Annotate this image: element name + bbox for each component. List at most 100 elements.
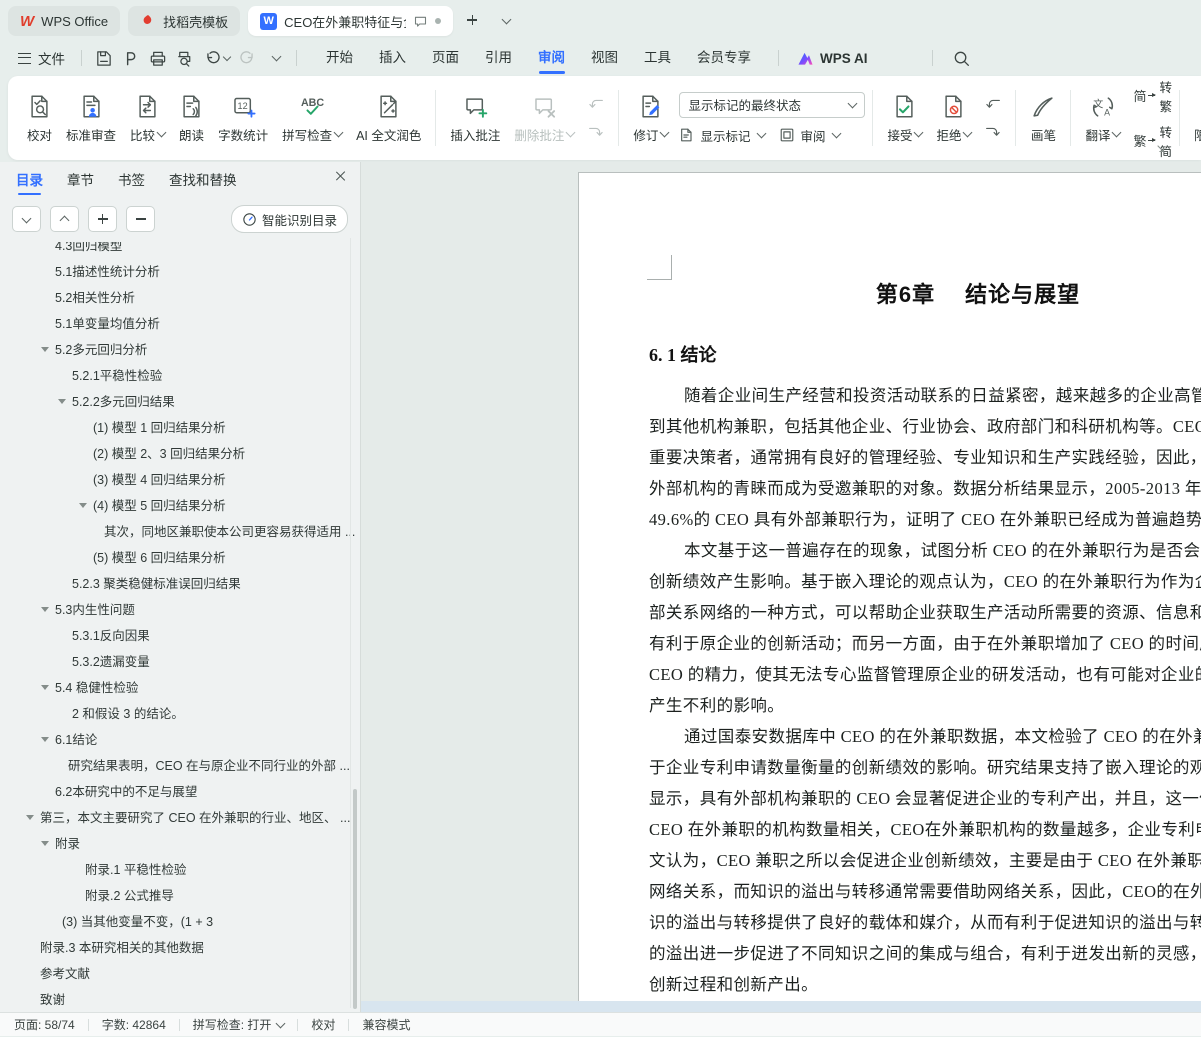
toc-item[interactable]: (2) 模型 2、3 回归结果分析 bbox=[0, 441, 360, 467]
toc-item[interactable]: 附录.2 公式推导 bbox=[0, 883, 360, 909]
undo-button[interactable] bbox=[199, 46, 233, 70]
toc-item[interactable]: (1) 模型 1 回归结果分析 bbox=[0, 415, 360, 441]
toc-item[interactable]: 附录 bbox=[0, 831, 360, 857]
word-count-button[interactable]: 12 字数统计 bbox=[211, 89, 275, 148]
toc-item[interactable]: 5.3.2遗漏变量 bbox=[0, 649, 360, 675]
review-pane-button[interactable]: 审阅 bbox=[779, 126, 842, 145]
toc-item[interactable]: 致谢 bbox=[0, 987, 360, 1012]
delete-comment-button[interactable]: 删除批注 bbox=[507, 89, 581, 148]
redo-button[interactable] bbox=[235, 46, 260, 70]
standard-review-button[interactable]: 标准审查 bbox=[59, 89, 123, 148]
read-aloud-button[interactable]: 朗读 bbox=[172, 89, 211, 148]
page-indicator[interactable]: 页面: 58/74 bbox=[14, 1016, 75, 1033]
toc-item[interactable]: (5) 模型 6 回归结果分析 bbox=[0, 545, 360, 571]
export-pdf-button[interactable] bbox=[118, 46, 143, 70]
menu-item-引用[interactable]: 引用 bbox=[472, 44, 525, 72]
previous-change-button[interactable] bbox=[982, 95, 1004, 113]
zoom-in-button[interactable] bbox=[88, 206, 117, 232]
toc-item[interactable]: 研究结果表明，CEO 在与原企业不同行业的外部 ... bbox=[0, 753, 360, 779]
zoom-out-button[interactable] bbox=[126, 206, 155, 232]
toc-item[interactable]: 6.1结论 bbox=[0, 727, 360, 753]
toc-item[interactable]: 其次，同地区兼职使本公司更容易获得适用 ... bbox=[0, 519, 360, 545]
toc-item[interactable]: 5.2相关性分析 bbox=[0, 285, 360, 311]
file-menu-button[interactable]: 文件 bbox=[10, 45, 73, 71]
sidebar-tab-目录[interactable]: 目录 bbox=[16, 169, 43, 195]
compatibility-mode-badge[interactable]: 兼容模式 bbox=[362, 1016, 410, 1033]
comment-bubble-icon[interactable] bbox=[413, 14, 428, 29]
save-button[interactable] bbox=[91, 46, 116, 70]
menu-item-审阅[interactable]: 审阅 bbox=[525, 44, 578, 72]
menu-item-视图[interactable]: 视图 bbox=[578, 44, 631, 72]
toc-item[interactable]: 5.2.2多元回归结果 bbox=[0, 389, 360, 415]
reject-change-button[interactable]: 拒绝 bbox=[929, 89, 978, 148]
collapse-all-button[interactable] bbox=[12, 206, 41, 232]
document-page[interactable]: 第6章 结论与展望 6. 1 结论 随着企业间生产经营和投资活动联系的日益紧密，越… bbox=[578, 172, 1201, 1012]
toc-expander-icon[interactable] bbox=[41, 347, 49, 352]
quick-access-more-button[interactable] bbox=[262, 46, 287, 70]
close-sidebar-button[interactable] bbox=[334, 170, 346, 182]
toc-item[interactable]: 5.2.1平稳性检验 bbox=[0, 363, 360, 389]
proofread-status[interactable]: 校对 bbox=[311, 1016, 335, 1033]
toc-expander-icon[interactable] bbox=[41, 685, 49, 690]
toc-item[interactable]: 附录.3 本研究相关的其他数据 bbox=[0, 935, 360, 961]
word-count-indicator[interactable]: 字数: 42864 bbox=[102, 1016, 166, 1033]
sidebar-scrollbar-thumb[interactable] bbox=[353, 789, 357, 1009]
group-expander-icon[interactable] bbox=[1156, 144, 1166, 154]
tab-wps-office[interactable]: W WPS Office bbox=[8, 6, 121, 36]
accept-change-button[interactable]: 接受 bbox=[880, 89, 929, 148]
menu-item-插入[interactable]: 插入 bbox=[366, 44, 419, 72]
print-preview-button[interactable] bbox=[172, 46, 197, 70]
menu-item-会员专享[interactable]: 会员专享 bbox=[684, 44, 764, 72]
toc-item[interactable]: 5.2多元回归分析 bbox=[0, 337, 360, 363]
sidebar-tab-查找和替换[interactable]: 查找和替换 bbox=[169, 169, 237, 193]
restrict-editing-button[interactable]: 限制编辑 bbox=[1187, 89, 1201, 148]
menu-item-工具[interactable]: 工具 bbox=[631, 44, 684, 72]
sidebar-tab-章节[interactable]: 章节 bbox=[67, 169, 94, 193]
toc-item[interactable]: (3) 模型 4 回归结果分析 bbox=[0, 467, 360, 493]
print-button[interactable] bbox=[145, 46, 170, 70]
markup-state-select[interactable]: 显示标记的最终状态 bbox=[679, 91, 866, 118]
toc-item[interactable]: 附录.1 平稳性检验 bbox=[0, 857, 360, 883]
to-simplified-button[interactable]: 繁 转简 bbox=[1133, 122, 1172, 160]
new-tab-button[interactable] bbox=[461, 9, 485, 33]
toc-expander-icon[interactable] bbox=[79, 503, 87, 508]
ink-pen-button[interactable]: 画笔 bbox=[1023, 89, 1063, 148]
insert-comment-button[interactable]: 插入批注 bbox=[443, 89, 507, 148]
toc-expander-icon[interactable] bbox=[41, 841, 49, 846]
horizontal-scroll-strip[interactable] bbox=[361, 1001, 1201, 1012]
previous-comment-button[interactable] bbox=[585, 95, 607, 113]
toc-item[interactable]: 6.2本研究中的不足与展望 bbox=[0, 779, 360, 805]
toc-item[interactable]: 5.2.3 聚类稳健标准误回归结果 bbox=[0, 571, 360, 597]
toc-item[interactable]: (4) 模型 5 回归结果分析 bbox=[0, 493, 360, 519]
toc-item[interactable]: 4.3回归模型 bbox=[0, 242, 360, 259]
spell-check-toggle[interactable]: 拼写检查: 打开 bbox=[193, 1016, 286, 1033]
tab-list-button[interactable] bbox=[493, 9, 517, 33]
compare-button[interactable]: 比较 bbox=[123, 89, 172, 148]
toc-item[interactable]: 参考文献 bbox=[0, 961, 360, 987]
translate-button[interactable]: 文A 翻译 bbox=[1078, 89, 1127, 148]
search-button[interactable] bbox=[949, 46, 974, 70]
toc-item[interactable]: 2 和假设 3 的结论。 bbox=[0, 701, 360, 727]
menu-item-开始[interactable]: 开始 bbox=[313, 44, 366, 72]
toc-item[interactable]: 5.4 稳健性检验 bbox=[0, 675, 360, 701]
toc-expander-icon[interactable] bbox=[58, 399, 66, 404]
to-traditional-button[interactable]: 简 转繁 bbox=[1133, 77, 1172, 115]
menu-item-页面[interactable]: 页面 bbox=[419, 44, 472, 72]
sidebar-tab-书签[interactable]: 书签 bbox=[118, 169, 145, 193]
smart-toc-button[interactable]: 智能识别目录 bbox=[230, 205, 348, 233]
next-comment-button[interactable] bbox=[585, 123, 607, 141]
expand-all-button[interactable] bbox=[50, 206, 79, 232]
proofread-button[interactable]: 校对 bbox=[20, 89, 59, 148]
spell-check-button[interactable]: ABC 拼写检查 bbox=[275, 89, 349, 148]
toc-expander-icon[interactable] bbox=[41, 607, 49, 612]
track-changes-button[interactable]: 修订 bbox=[626, 89, 675, 148]
tab-docer-templates[interactable]: 找稻壳模板 bbox=[128, 6, 241, 36]
toc-item[interactable]: 第三，本文主要研究了 CEO 在外兼职的行业、地区、 ... bbox=[0, 805, 360, 831]
toc-expander-icon[interactable] bbox=[26, 815, 34, 820]
toc-item[interactable]: (3) 当其他变量不变，(1 + 3 bbox=[0, 909, 360, 935]
ai-polish-button[interactable]: AI 全文润色 bbox=[349, 89, 428, 148]
toc-item[interactable]: 5.3内生性问题 bbox=[0, 597, 360, 623]
toc-item[interactable]: 5.1单变量均值分析 bbox=[0, 311, 360, 337]
toc-expander-icon[interactable] bbox=[41, 737, 49, 742]
next-change-button[interactable] bbox=[982, 123, 1004, 141]
